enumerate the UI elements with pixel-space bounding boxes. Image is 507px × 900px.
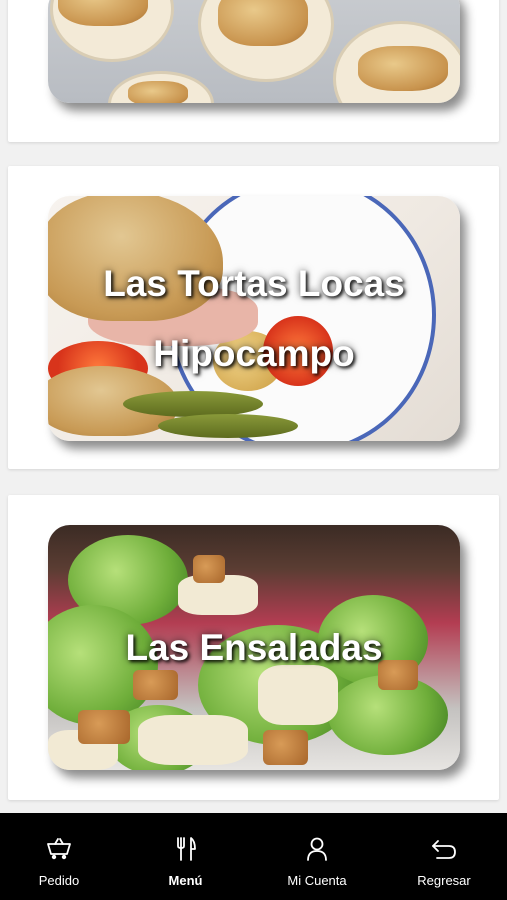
nav-label: Regresar (417, 873, 471, 888)
nav-item-menu[interactable]: Menú (118, 813, 253, 900)
bottom-navigation-bar: Pedido Menú Mi Cuenta Regresar (0, 813, 507, 900)
category-card-ensaladas[interactable]: Las Ensaladas (8, 495, 499, 800)
category-title-line: Las Tortas Locas (103, 262, 405, 304)
nav-label: Pedido (38, 873, 80, 888)
back-arrow-icon (431, 837, 457, 861)
category-title-ensaladas: Las Ensaladas (115, 613, 392, 683)
category-image-breads[interactable] (48, 0, 460, 103)
category-image-ensaladas[interactable]: Las Ensaladas (48, 525, 460, 770)
category-card-breads[interactable] (8, 0, 499, 142)
nav-item-mi-cuenta[interactable]: Mi Cuenta (253, 813, 381, 900)
fork-knife-icon (175, 837, 197, 861)
category-title-line: Hipocampo (153, 332, 355, 374)
category-title-line: Las Ensaladas (125, 626, 383, 668)
breads-plates-photo (48, 0, 460, 103)
user-icon (306, 837, 328, 861)
category-image-tortas[interactable]: Las Tortas Locas Hipocampo (48, 196, 460, 441)
category-card-tortas[interactable]: Las Tortas Locas Hipocampo (8, 166, 499, 469)
nav-label: Mi Cuenta (287, 873, 347, 888)
nav-label: Menú (168, 873, 203, 888)
cart-icon (46, 837, 72, 861)
category-title-tortas: Las Tortas Locas Hipocampo (93, 249, 415, 389)
nav-item-pedido[interactable]: Pedido (0, 813, 118, 900)
nav-item-regresar[interactable]: Regresar (381, 813, 507, 900)
